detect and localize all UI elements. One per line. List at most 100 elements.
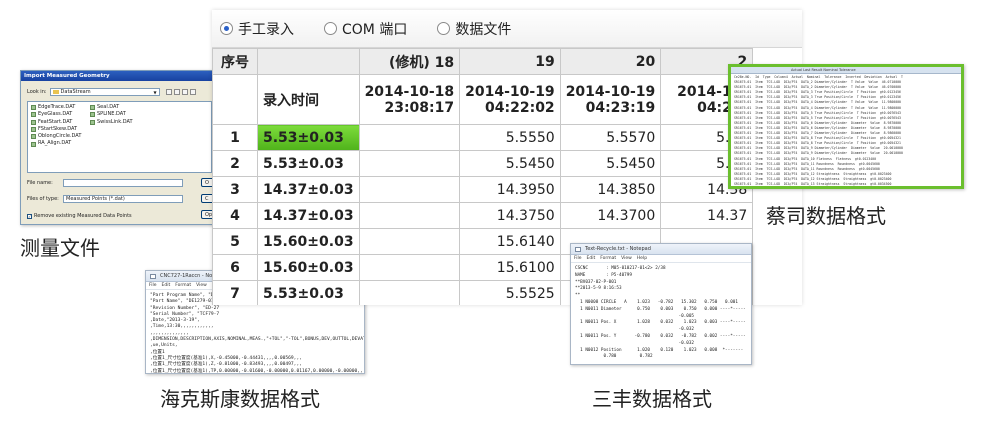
look-in-label: Look in: xyxy=(27,89,47,95)
entry-time-cell[interactable]: 2014-10-18 23:08:17 xyxy=(358,74,461,125)
file-name: EyeGlass.DAT xyxy=(38,111,73,118)
mitutoyo-notepad-window: Text-Recycle.txt - Notepad File Edit Forma… xyxy=(570,243,752,365)
dat-file-icon xyxy=(90,119,95,125)
file-name-input[interactable] xyxy=(63,179,183,187)
measured-value-cell[interactable]: 14.3750 xyxy=(459,202,561,229)
radio-option[interactable]: 数据文件 xyxy=(437,19,511,39)
file-list-item[interactable]: EdgeTrace.DAT xyxy=(31,104,81,111)
column-header[interactable]: 序号 xyxy=(212,48,258,75)
back-icon[interactable] xyxy=(165,89,172,95)
measured-value-cell[interactable]: 5.5570 xyxy=(559,124,662,151)
measured-value-cell[interactable]: 14.3700 xyxy=(559,202,662,229)
caption-zeiss-format: 蔡司数据格式 xyxy=(766,204,886,228)
measured-value-cell[interactable]: 5.5450 xyxy=(559,150,662,177)
caption-hexagon-format: 海克斯康数据格式 xyxy=(160,387,320,411)
radio-button-icon[interactable] xyxy=(437,22,451,35)
notepad-icon xyxy=(575,247,581,252)
entry-date: 2014-10-18 xyxy=(364,83,455,100)
menu-item[interactable]: Format xyxy=(175,283,191,288)
measured-value-cell[interactable]: 5.5550 xyxy=(459,124,561,151)
nominal-tolerance-cell[interactable]: 5.53±0.03 xyxy=(257,124,360,151)
menu-item[interactable]: View xyxy=(196,283,207,288)
row-index: 2 xyxy=(212,150,258,177)
caption-mitutoyo-format: 三丰数据格式 xyxy=(592,387,712,411)
radio-option[interactable]: 手工录入 xyxy=(220,19,294,39)
dat-file-icon xyxy=(31,112,36,118)
menu-item[interactable]: Edit xyxy=(162,283,171,288)
menu-item[interactable]: Edit xyxy=(587,256,596,261)
radio-button-icon[interactable] xyxy=(220,22,233,35)
measured-value-cell[interactable]: 5.5525 xyxy=(459,280,561,305)
up-folder-icon[interactable] xyxy=(173,89,180,95)
column-header[interactable]: 20 xyxy=(559,48,662,75)
file-name: FStartSkew.DAT xyxy=(38,125,78,132)
file-list-item[interactable]: SwissLink.DAT xyxy=(90,119,133,126)
entry-time-cell[interactable]: 2014-10-19 04:23:19 xyxy=(559,74,662,125)
measured-value-cell[interactable]: 15.6100 xyxy=(459,254,561,281)
measured-value-cell[interactable]: 14.3850 xyxy=(559,176,662,203)
measured-value-cell[interactable] xyxy=(358,124,461,151)
column-header[interactable]: 19 xyxy=(459,48,561,75)
file-list-item[interactable]: Seal.DAT xyxy=(90,104,133,111)
new-folder-icon[interactable] xyxy=(181,89,188,95)
dat-file-icon xyxy=(31,105,36,111)
column-header[interactable] xyxy=(257,48,360,75)
measured-value-cell[interactable] xyxy=(358,228,461,255)
entry-time-cell[interactable]: 2014-10-19 04:22:02 xyxy=(459,74,561,125)
report-line: SR1675-01 Item TCS-LOD DIA/P74 DATA_13 S… xyxy=(734,181,892,186)
file-list-item[interactable]: OblongCircle.DAT xyxy=(31,133,81,140)
file-list-item[interactable]: SPLINE.DAT xyxy=(90,111,133,118)
menu-bar: File Edit Format View Help xyxy=(571,255,751,263)
dialog-title: Import Measured Geometry xyxy=(21,71,217,81)
menu-item[interactable]: File xyxy=(574,256,582,261)
measured-value-cell[interactable]: 5.5450 xyxy=(459,150,561,177)
remove-existing-checkbox[interactable]: ✓ xyxy=(27,213,32,219)
nominal-tolerance-cell[interactable]: 14.37±0.03 xyxy=(257,202,360,229)
table-row: 3 14.37±0.03 14.3950 14.3850 14.38 xyxy=(212,176,754,203)
measured-value-cell[interactable] xyxy=(358,176,461,203)
menu-item[interactable]: Format xyxy=(600,256,616,261)
file-list[interactable]: EdgeTrace.DAT EyeGlass.DAT FeatStart.DAT FS… xyxy=(27,101,212,173)
file-column: Seal.DAT SPLINE.DAT SwissLink.DAT xyxy=(90,104,133,126)
measured-value-cell[interactable]: 15.6140 xyxy=(459,228,561,255)
file-list-item[interactable]: EyeGlass.DAT xyxy=(31,111,81,118)
dat-file-icon xyxy=(90,112,95,118)
remove-existing-label: Remove existing Measured Data Points xyxy=(34,213,132,219)
report-line: SR1675-01 Item TCS-LOD DIA/P74 DATA_14 V… xyxy=(734,187,958,189)
entry-date: 2014-10-19 xyxy=(465,83,555,100)
nav-icons xyxy=(165,89,196,95)
input-source-radio-group: 手工录入 COM 端口 数据文件 xyxy=(212,10,802,48)
nominal-tolerance-cell[interactable]: 15.60±0.03 xyxy=(257,228,360,255)
file-list-item[interactable]: FStartSkew.DAT xyxy=(31,126,81,133)
measured-value-cell[interactable] xyxy=(358,202,461,229)
view-menu-icon[interactable] xyxy=(189,89,196,95)
radio-button-icon[interactable] xyxy=(324,22,337,35)
nominal-tolerance-cell[interactable]: 5.53±0.03 xyxy=(257,150,360,177)
look-in-combo[interactable]: DataStream ▼ xyxy=(49,88,160,96)
radio-option[interactable]: COM 端口 xyxy=(324,19,407,39)
measured-value-cell[interactable]: 14.3950 xyxy=(459,176,561,203)
measured-value-cell[interactable] xyxy=(358,280,461,305)
file-column: EdgeTrace.DAT EyeGlass.DAT FeatStart.DAT FS… xyxy=(31,104,81,148)
table-row: 15.53±0.035.55505.55705.55 xyxy=(212,124,754,151)
radio-label: 手工录入 xyxy=(238,21,294,38)
nominal-tolerance-cell[interactable]: 5.53±0.03 xyxy=(257,280,360,305)
column-header[interactable]: (修机) 18 xyxy=(358,48,461,75)
file-type-select[interactable]: Measured Points (*.dat) xyxy=(63,195,183,203)
menu-item[interactable]: File xyxy=(149,283,157,288)
file-type-row: Files of type: Measured Points (*.dat) xyxy=(27,195,183,203)
measured-value-cell[interactable]: 14.37 xyxy=(660,202,754,229)
file-list-item[interactable]: FeatStart.DAT xyxy=(31,119,81,126)
folder-icon xyxy=(52,89,59,94)
table-row: 4 14.37±0.03 14.3750 14.3700 14.37 xyxy=(212,202,754,229)
chevron-down-icon[interactable]: ▼ xyxy=(153,90,158,95)
file-list-item[interactable]: RA_Align.DAT xyxy=(31,140,81,147)
file-name: SPLINE.DAT xyxy=(97,111,126,118)
nominal-tolerance-cell[interactable]: 15.60±0.03 xyxy=(257,254,360,281)
menu-item[interactable]: Help xyxy=(637,256,647,261)
menu-item[interactable]: View xyxy=(621,256,632,261)
nominal-tolerance-cell[interactable]: 14.37±0.03 xyxy=(257,176,360,203)
measured-value-cell[interactable] xyxy=(358,150,461,177)
notepad-icon xyxy=(150,274,156,279)
measured-value-cell[interactable] xyxy=(358,254,461,281)
